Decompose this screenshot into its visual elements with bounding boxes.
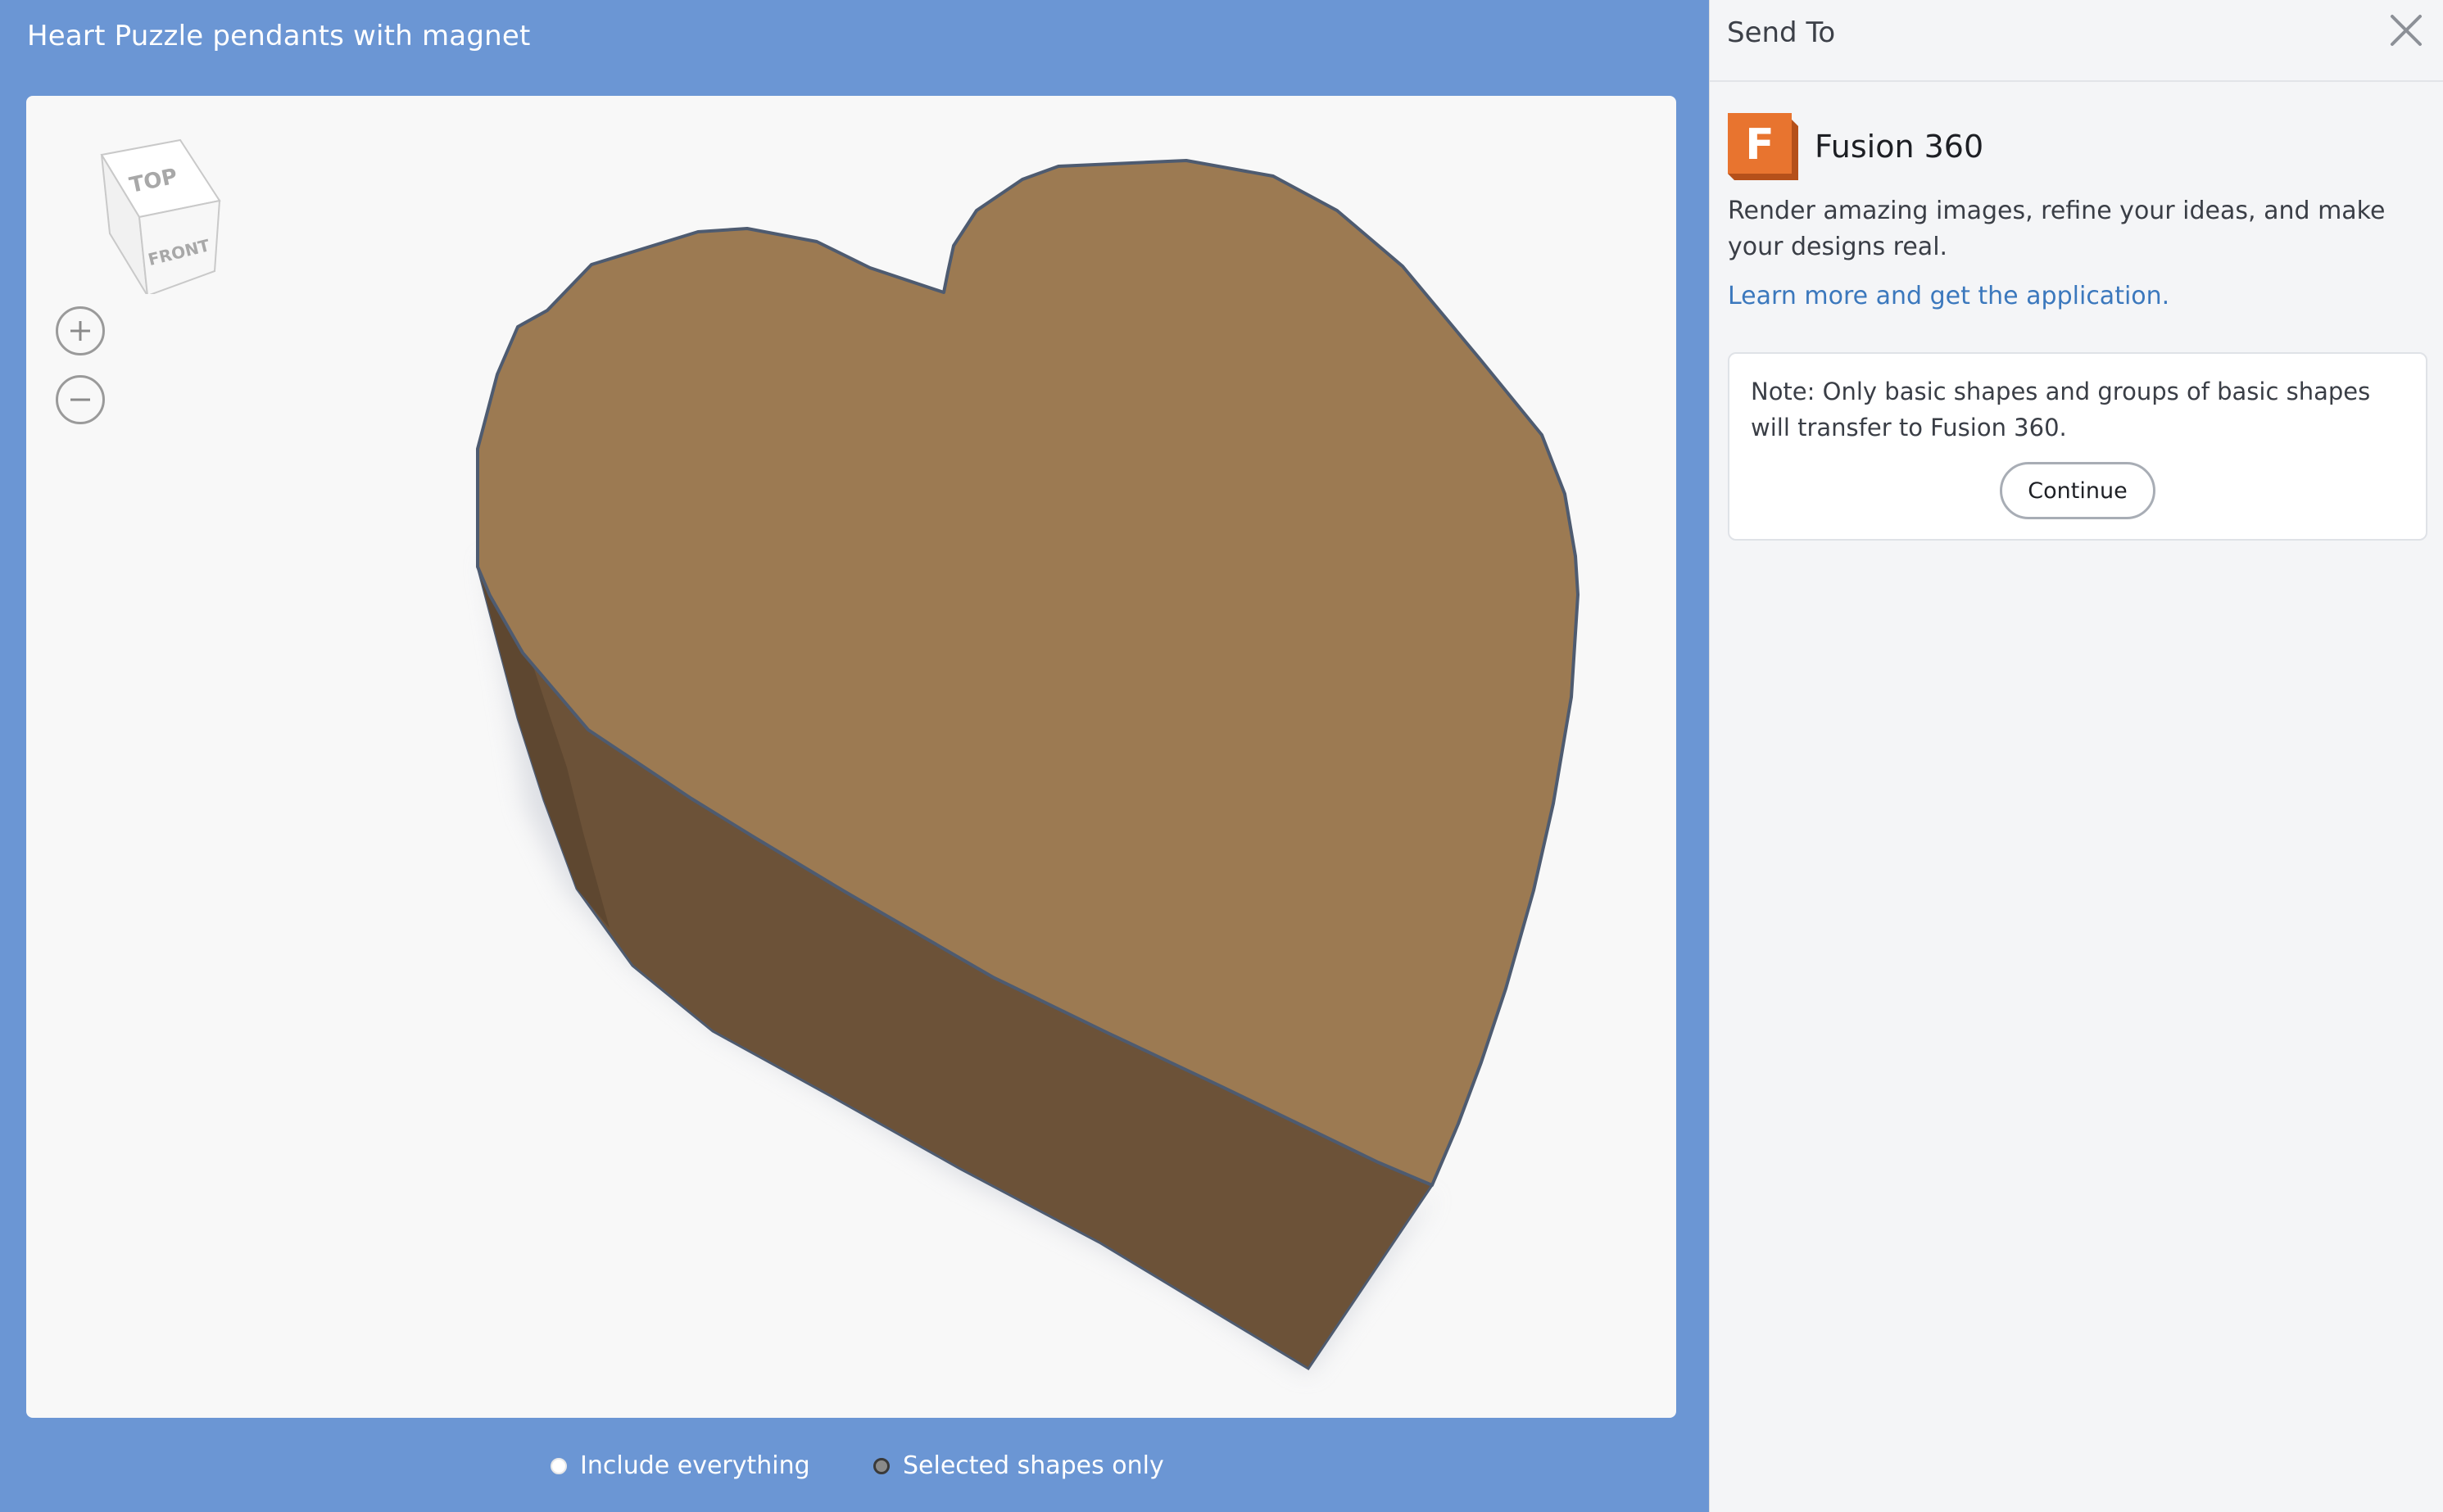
continue-button[interactable]: Continue <box>2000 462 2155 519</box>
radio-button-selected[interactable] <box>873 1457 890 1474</box>
3d-viewport[interactable]: TOP FRONT <box>26 96 1676 1418</box>
viewcube[interactable]: TOP FRONT <box>69 122 224 294</box>
radio-include-everything[interactable]: Include everything <box>551 1451 810 1480</box>
radio-label-include-everything: Include everything <box>580 1451 810 1480</box>
minus-icon <box>70 398 90 401</box>
radio-button-unselected[interactable] <box>551 1457 567 1474</box>
zoom-out-button[interactable] <box>56 375 105 424</box>
app-name: Fusion 360 <box>1815 129 1984 165</box>
zoom-in-button[interactable] <box>56 306 105 355</box>
note-text: Note: Only basic shapes and groups of ba… <box>1751 378 2371 441</box>
svg-text:F: F <box>1745 120 1774 170</box>
send-to-dialog: Heart Puzzle pendants with magnet TOP FR… <box>0 0 2443 1512</box>
app-entry: F Fusion 360 <box>1728 113 1983 180</box>
close-button[interactable] <box>2386 10 2427 51</box>
close-icon <box>2391 15 2422 46</box>
panel-title: Send To <box>1727 16 1836 49</box>
learn-more-link[interactable]: Learn more and get the application. <box>1728 282 2169 310</box>
preview-pane: Heart Puzzle pendants with magnet TOP FR… <box>0 0 1709 1512</box>
panel-header: Send To <box>1710 0 2443 82</box>
note-box: Note: Only basic shapes and groups of ba… <box>1728 352 2427 541</box>
radio-label-selected-shapes-only: Selected shapes only <box>903 1451 1164 1480</box>
fusion-360-logo-icon: F <box>1728 113 1798 180</box>
heart-model[interactable] <box>26 96 1676 1418</box>
plus-icon <box>70 321 90 341</box>
app-description: Render amazing images, refine your ideas… <box>1728 197 2386 261</box>
export-options: Include everything Selected shapes only <box>0 1451 1709 1484</box>
preview-title: Heart Puzzle pendants with magnet <box>27 20 531 52</box>
radio-selected-shapes-only[interactable]: Selected shapes only <box>873 1451 1164 1480</box>
send-to-panel: Send To F Fusion 360 Render amazing imag… <box>1709 0 2443 1512</box>
